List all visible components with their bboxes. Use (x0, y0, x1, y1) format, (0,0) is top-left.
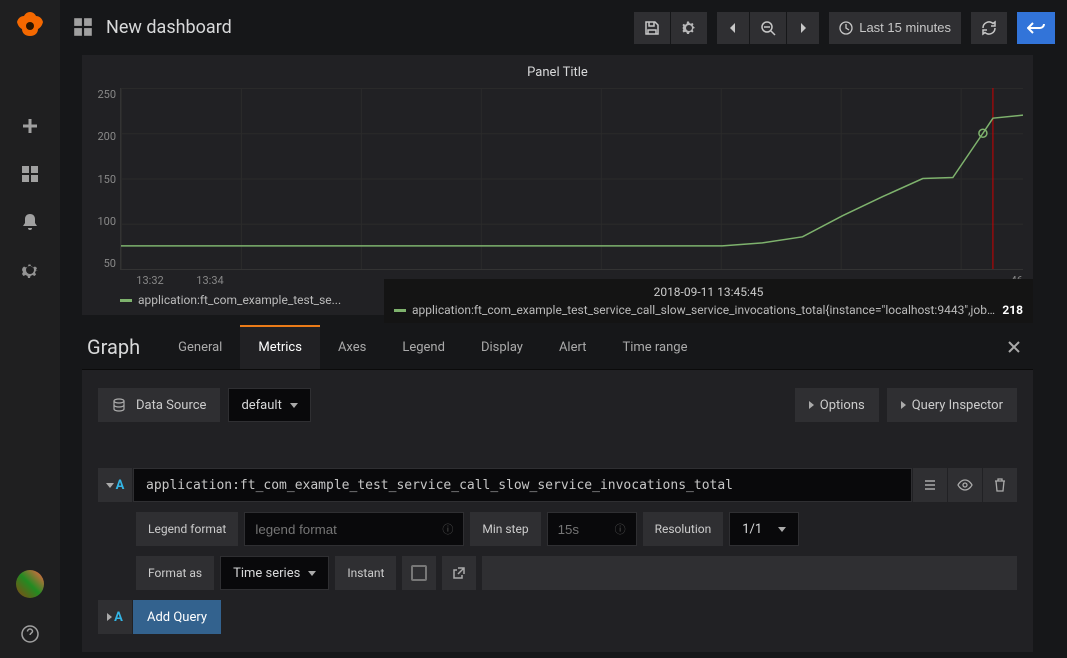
panels-icon[interactable] (72, 16, 96, 40)
back-button[interactable] (1017, 12, 1055, 44)
legend-format-label: Legend format (136, 512, 238, 546)
add-query-button[interactable]: Add Query (133, 600, 221, 634)
tooltip-series-label: application:ft_com_example_test_service_… (412, 303, 996, 317)
legend-swatch-icon (120, 299, 132, 302)
save-button[interactable] (634, 12, 670, 44)
settings-button[interactable] (671, 12, 707, 44)
time-range-label: Last 15 minutes (859, 20, 951, 35)
share-link-button[interactable] (442, 556, 476, 590)
help-icon[interactable] (18, 622, 42, 646)
resolution-label: Resolution (643, 512, 724, 546)
zoom-out-button[interactable] (750, 12, 786, 44)
tooltip-value: 218 (1002, 303, 1023, 317)
query-expression-input[interactable] (133, 468, 912, 502)
instant-label: Instant (335, 556, 396, 590)
tab-display[interactable]: Display (463, 325, 541, 369)
time-range-button[interactable]: Last 15 minutes (829, 12, 961, 44)
chart-panel: Panel Title 250 200 150 100 50 13:32 13:… (82, 55, 1033, 315)
query-visibility-button[interactable] (948, 468, 982, 502)
caret-right-icon (107, 613, 112, 621)
dashboard-title[interactable]: New dashboard (106, 17, 624, 38)
editor-title: Graph (82, 335, 160, 359)
tab-legend[interactable]: Legend (384, 325, 463, 369)
add-icon[interactable] (18, 114, 42, 138)
chart-tooltip: 2018-09-11 13:45:45 application:ft_com_e… (384, 279, 1033, 323)
options-button[interactable]: Options (795, 388, 879, 422)
caret-down-icon (778, 527, 786, 532)
legend-label: application:ft_com_example_test_se... (138, 293, 341, 307)
editor-body: Data Source default Options Query Inspec… (82, 370, 1033, 652)
caret-right-icon (901, 401, 906, 409)
refresh-button[interactable] (971, 12, 1007, 44)
panel-title: Panel Title (92, 63, 1023, 88)
main-scroll: Panel Title 250 200 150 100 50 13:32 13:… (60, 55, 1055, 658)
caret-right-icon (809, 401, 814, 409)
alerts-icon[interactable] (18, 210, 42, 234)
dashboards-icon[interactable] (18, 162, 42, 186)
query-menu-button[interactable] (913, 468, 947, 502)
datasource-select[interactable]: default (228, 388, 310, 422)
caret-down-icon (308, 571, 316, 576)
tab-metrics[interactable]: Metrics (240, 325, 320, 369)
caret-down-icon (290, 403, 298, 408)
tooltip-timestamp: 2018-09-11 13:45:45 (394, 285, 1023, 299)
settings-gear-icon[interactable] (18, 258, 42, 282)
editor-tab-bar: Graph General Metrics Axes Legend Displa… (82, 325, 1033, 370)
min-step-label: Min step (470, 512, 540, 546)
empty-bar (482, 556, 1017, 590)
caret-down-icon (106, 483, 114, 488)
left-sidebar (0, 0, 60, 658)
min-step-input[interactable] (558, 522, 607, 537)
format-as-select[interactable]: Time series (220, 556, 329, 590)
close-editor-button[interactable] (995, 340, 1033, 354)
user-avatar[interactable] (16, 570, 44, 598)
format-as-label: Format as (136, 556, 214, 590)
legend-format-input[interactable] (255, 522, 434, 537)
tab-general[interactable]: General (160, 325, 240, 369)
plot-area[interactable] (120, 88, 1023, 270)
info-icon[interactable]: ⓘ (615, 521, 626, 537)
info-icon[interactable]: ⓘ (442, 521, 453, 537)
tab-alert[interactable]: Alert (541, 325, 605, 369)
time-forward-button[interactable] (787, 12, 819, 44)
y-axis: 250 200 150 100 50 (92, 88, 120, 270)
query-row-toggle[interactable]: A (98, 468, 132, 502)
query-inspector-button[interactable]: Query Inspector (887, 388, 1017, 422)
tooltip-swatch-icon (394, 309, 406, 312)
time-back-button[interactable] (717, 12, 749, 44)
resolution-select[interactable]: 1/1 (729, 512, 799, 546)
instant-checkbox[interactable] (402, 556, 436, 590)
datasource-label: Data Source (98, 388, 220, 422)
tab-time-range[interactable]: Time range (604, 325, 705, 369)
tab-axes[interactable]: Axes (320, 325, 384, 369)
top-bar: New dashboard Last 15 minutes (60, 0, 1067, 55)
add-query-toggle[interactable]: A (98, 600, 132, 634)
grafana-logo-icon[interactable] (14, 10, 46, 42)
query-delete-button[interactable] (983, 468, 1017, 502)
